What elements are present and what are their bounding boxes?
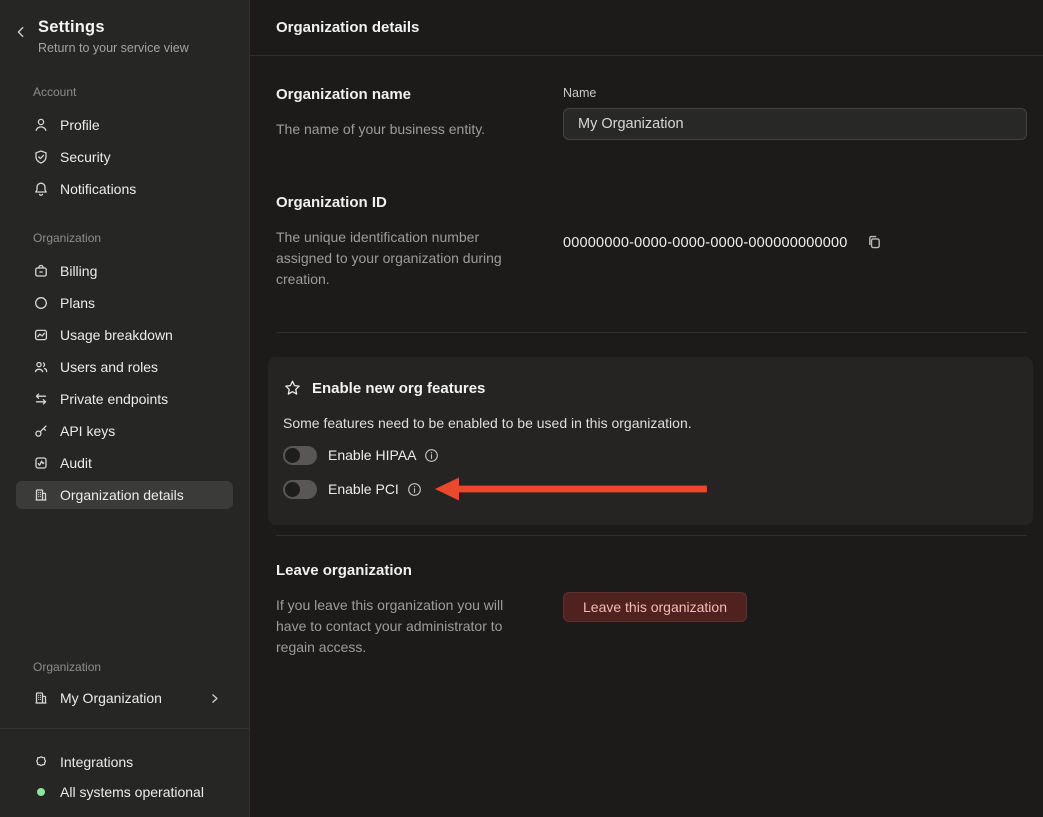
sidebar-item-plans[interactable]: Plans — [16, 289, 233, 317]
pci-toggle[interactable] — [283, 480, 317, 499]
pci-toggle-label: Enable PCI — [328, 481, 399, 497]
sidebar-item-organization-details[interactable]: Organization details — [16, 481, 233, 509]
status-label: All systems operational — [60, 784, 204, 800]
main-content: Organization name The name of your busin… — [250, 56, 1043, 658]
info-icon[interactable] — [424, 448, 439, 463]
star-icon — [283, 379, 302, 398]
org-name-description: The name of your business entity. — [276, 119, 536, 140]
sidebar-item-label: Billing — [60, 263, 97, 279]
org-name-input[interactable] — [563, 108, 1027, 140]
main-header: Organization details — [250, 0, 1043, 56]
features-card-zone: Enable new org features Some features ne… — [276, 333, 1027, 536]
org-id-description: The unique identification number assigne… — [276, 227, 536, 290]
pci-toggle-row: Enable PCI — [283, 479, 1013, 499]
sidebar: Settings Return to your service view Acc… — [0, 0, 250, 817]
sidebar-item-label: Organization details — [60, 487, 184, 503]
chevron-right-icon — [208, 692, 221, 705]
features-card-description: Some features need to be enabled to be u… — [283, 415, 1013, 431]
arrows-swap-icon — [33, 391, 49, 407]
status-dot-icon — [37, 788, 45, 796]
sidebar-item-label: API keys — [60, 423, 115, 439]
sidebar-item-billing[interactable]: Billing — [16, 257, 233, 285]
sidebar-subtitle: Return to your service view — [38, 41, 189, 55]
sidebar-item-usage-breakdown[interactable]: Usage breakdown — [16, 321, 233, 349]
system-status[interactable]: All systems operational — [0, 777, 249, 807]
sidebar-item-label: Security — [60, 149, 111, 165]
sidebar-item-users-and-roles[interactable]: Users and roles — [16, 353, 233, 381]
audit-pulse-icon — [33, 455, 49, 471]
sidebar-org-switcher-block: Organization My Organization — [0, 660, 249, 728]
building-icon — [33, 690, 49, 706]
leave-org-title: Leave organization — [276, 562, 563, 579]
main-panel: Organization details Organization name T… — [250, 0, 1043, 817]
hipaa-toggle[interactable] — [283, 446, 317, 465]
org-name-title: Organization name — [276, 86, 563, 103]
bell-icon — [33, 181, 49, 197]
leave-organization-button[interactable]: Leave this organization — [563, 592, 747, 622]
sidebar-header: Settings Return to your service view — [0, 0, 249, 55]
building-icon — [33, 487, 49, 503]
integrations-link[interactable]: Integrations — [0, 747, 249, 777]
shield-check-icon — [33, 149, 49, 165]
key-icon — [33, 423, 49, 439]
sidebar-item-api-keys[interactable]: API keys — [16, 417, 233, 445]
leave-org-description: If you leave this organization you will … — [276, 595, 536, 658]
sidebar-item-label: Profile — [60, 117, 100, 133]
copy-icon[interactable] — [866, 234, 883, 251]
sidebar-footer: Integrations All systems operational — [0, 728, 249, 817]
org-switcher[interactable]: My Organization — [16, 684, 233, 712]
page-title: Organization details — [276, 19, 419, 36]
features-card: Enable new org features Some features ne… — [268, 357, 1033, 525]
leave-org-section: Leave organization If you leave this org… — [276, 536, 1027, 658]
sidebar-item-private-endpoints[interactable]: Private endpoints — [16, 385, 233, 413]
section-label-organization: Organization — [33, 231, 249, 245]
sidebar-item-label: Usage breakdown — [60, 327, 173, 343]
user-icon — [33, 117, 49, 133]
sidebar-item-label: Plans — [60, 295, 95, 311]
puzzle-icon — [33, 754, 49, 770]
back-chevron-icon[interactable] — [14, 25, 28, 39]
section-label-account: Account — [33, 85, 249, 99]
sidebar-item-audit[interactable]: Audit — [16, 449, 233, 477]
sidebar-item-label: Users and roles — [60, 359, 158, 375]
section-label-organization-switcher: Organization — [33, 660, 249, 674]
hipaa-toggle-row: Enable HIPAA — [283, 445, 1013, 465]
settings-app: Settings Return to your service view Acc… — [0, 0, 1043, 817]
sidebar-item-notifications[interactable]: Notifications — [16, 175, 233, 203]
sidebar-title: Settings — [38, 18, 189, 37]
org-name-section: Organization name The name of your busin… — [276, 56, 1027, 164]
org-switcher-value: My Organization — [60, 690, 162, 706]
sidebar-item-profile[interactable]: Profile — [16, 111, 233, 139]
org-id-section: Organization ID The unique identificatio… — [276, 164, 1027, 333]
sidebar-item-label: Audit — [60, 455, 92, 471]
org-id-value: 00000000-0000-0000-0000-000000000000 — [563, 235, 848, 251]
features-card-title: Enable new org features — [312, 380, 485, 397]
sidebar-item-label: Private endpoints — [60, 391, 168, 407]
hipaa-toggle-label: Enable HIPAA — [328, 447, 416, 463]
sidebar-item-security[interactable]: Security — [16, 143, 233, 171]
circle-icon — [33, 295, 49, 311]
annotation-arrow-icon — [435, 476, 707, 502]
name-field-label: Name — [563, 86, 1027, 100]
integrations-label: Integrations — [60, 754, 133, 770]
users-icon — [33, 359, 49, 375]
org-id-title: Organization ID — [276, 194, 563, 211]
billing-icon — [33, 263, 49, 279]
sidebar-item-label: Notifications — [60, 181, 136, 197]
usage-chart-icon — [33, 327, 49, 343]
info-icon[interactable] — [407, 482, 422, 497]
